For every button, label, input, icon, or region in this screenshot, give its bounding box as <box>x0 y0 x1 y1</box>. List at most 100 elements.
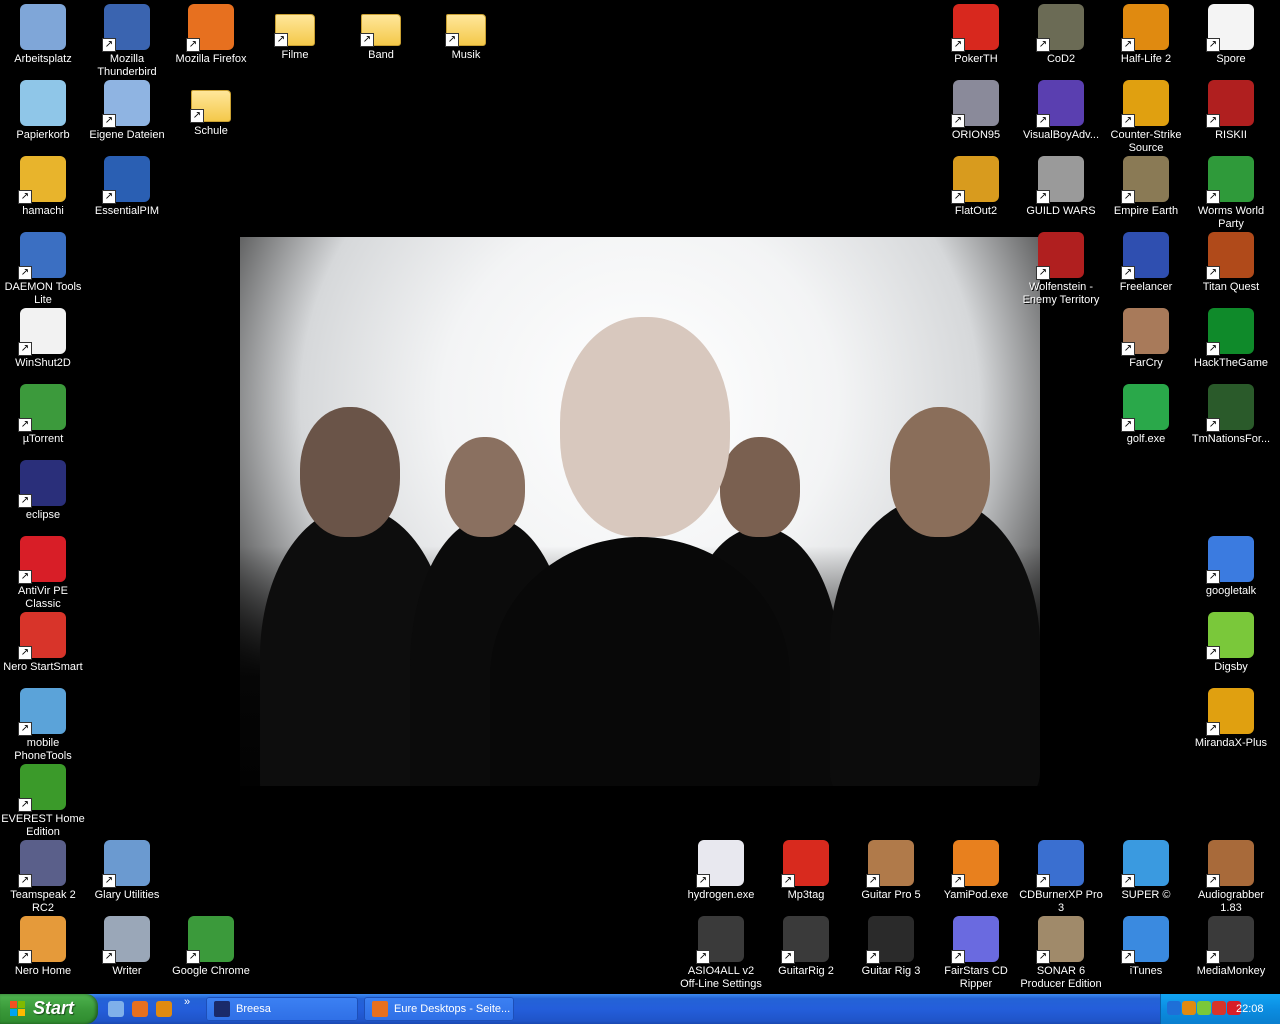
desktop-icon[interactable]: ↗ EssentialPIM <box>84 156 170 218</box>
desktop-icon[interactable]: ↗ HackTheGame <box>1188 308 1274 370</box>
desktop-icon[interactable]: ↗ ORION95 <box>933 80 1019 142</box>
desktop-icon[interactable]: ↗ GUILD WARS <box>1018 156 1104 218</box>
desktop-icon[interactable]: ↗ Guitar Pro 5 <box>848 840 934 902</box>
desktop-icon[interactable]: ↗ golf.exe <box>1103 384 1189 446</box>
clock: 22:08 <box>1236 1003 1264 1015</box>
desktop-icon[interactable]: ↗ Titan Quest <box>1188 232 1274 294</box>
tray-hl2-icon[interactable] <box>1182 1001 1196 1015</box>
desktop-icon[interactable]: Papierkorb <box>0 80 86 142</box>
taskbar-button[interactable]: Breesa <box>206 997 358 1021</box>
desktop-icon-label: hamachi <box>22 205 64 217</box>
tray-nero-icon[interactable] <box>1212 1001 1226 1015</box>
desktop-icon[interactable]: ↗ eclipse <box>0 460 86 522</box>
desktop-icon[interactable]: ↗ Mp3tag <box>763 840 849 902</box>
desktop-icon[interactable]: ↗ VisualBoyAdv... <box>1018 80 1104 142</box>
desktop-icon[interactable]: ↗ Empire Earth <box>1103 156 1189 218</box>
desktop-icon[interactable]: ↗ Eigene Dateien <box>84 80 170 142</box>
shortcut-arrow-icon: ↗ <box>102 114 116 128</box>
shortcut-arrow-icon: ↗ <box>18 418 32 432</box>
desktop-icon[interactable]: ↗ hydrogen.exe <box>678 840 764 902</box>
desktop-icon[interactable]: ↗ TmNationsFor... <box>1188 384 1274 446</box>
quick-launch-more-button[interactable]: » <box>184 996 190 1008</box>
shortcut-arrow-icon: ↗ <box>1036 38 1050 52</box>
desktop-icon[interactable]: ↗ DAEMON Tools Lite <box>0 232 86 307</box>
half-life-2-icon[interactable] <box>156 1000 172 1017</box>
desktop-icon[interactable]: ↗ Musik <box>423 4 509 62</box>
everest-icon: ↗ <box>18 764 66 812</box>
desktop-icon[interactable]: Arbeitsplatz <box>0 4 86 66</box>
desktop-icon[interactable]: ↗ Counter-Strike Source <box>1103 80 1189 155</box>
desktop-icon[interactable]: ↗ Glary Utilities <box>84 840 170 902</box>
desktop-icon[interactable]: ↗ MediaMonkey <box>1188 916 1274 978</box>
folder-icon: ↗ <box>190 90 231 123</box>
desktop-icon[interactable]: ↗ EVEREST Home Edition <box>0 764 86 839</box>
shortcut-arrow-icon: ↗ <box>18 570 32 584</box>
desktop-icon-label: Audiograbber 1.83 <box>1197 889 1265 914</box>
desktop-icon[interactable]: ↗ Wolfenstein - Enemy Territory <box>1018 232 1104 307</box>
desktop-icon[interactable]: ↗ Half-Life 2 <box>1103 4 1189 66</box>
essentialpim-icon: ↗ <box>102 156 150 204</box>
shortcut-arrow-icon: ↗ <box>18 494 32 508</box>
desktop-icon[interactable]: ↗ Guitar Rig 3 <box>848 916 934 978</box>
desktop-icon[interactable]: ↗ YamiPod.exe <box>933 840 1019 902</box>
shortcut-arrow-icon: ↗ <box>1206 646 1220 660</box>
half-life-2-icon: ↗ <box>1121 4 1169 52</box>
desktop-icon[interactable]: ↗ µTorrent <box>0 384 86 446</box>
desktop-icon-label: Nero StartSmart <box>3 661 83 673</box>
desktop-icon[interactable]: ↗ FarCry <box>1103 308 1189 370</box>
desktop-icon[interactable]: ↗ PokerTH <box>933 4 1019 66</box>
shortcut-arrow-icon: ↗ <box>1206 190 1220 204</box>
shortcut-arrow-icon: ↗ <box>360 33 374 47</box>
tray-arrow-icon[interactable] <box>1167 1001 1181 1015</box>
shortcut-arrow-icon: ↗ <box>1206 266 1220 280</box>
firefox-icon[interactable] <box>132 1000 148 1017</box>
show-desktop-icon[interactable] <box>108 1000 124 1017</box>
desktop-icon[interactable]: ↗ iTunes <box>1103 916 1189 978</box>
desktop-icon[interactable]: ↗ ASIO4ALL v2 Off-Line Settings <box>678 916 764 991</box>
tray-digsby-icon[interactable] <box>1197 1001 1211 1015</box>
shortcut-arrow-icon: ↗ <box>1206 114 1220 128</box>
desktop-icon[interactable]: ↗ AntiVir PE Classic <box>0 536 86 611</box>
desktop-icon[interactable]: ↗ GuitarRig 2 <box>763 916 849 978</box>
desktop-icon[interactable]: ↗ hamachi <box>0 156 86 218</box>
desktop-icon[interactable]: ↗ Nero Home <box>0 916 86 978</box>
desktop-icon[interactable]: ↗ RISKII <box>1188 80 1274 142</box>
desktop-icon[interactable]: ↗ Freelancer <box>1103 232 1189 294</box>
desktop-icon[interactable]: ↗ SONAR 6 Producer Edition <box>1018 916 1104 991</box>
desktop-icon[interactable]: ↗ Writer <box>84 916 170 978</box>
shortcut-arrow-icon: ↗ <box>1206 950 1220 964</box>
desktop-icon[interactable]: ↗ googletalk <box>1188 536 1274 598</box>
shortcut-arrow-icon: ↗ <box>102 38 116 52</box>
counter-strike-icon: ↗ <box>1121 80 1169 128</box>
desktop-icon[interactable]: ↗ CDBurnerXP Pro 3 <box>1018 840 1104 915</box>
desktop-icon[interactable]: ↗ Schule <box>168 80 254 138</box>
desktop-icon[interactable]: ↗ Filme <box>252 4 338 62</box>
desktop-icon[interactable]: ↗ MirandaX-Plus <box>1188 688 1274 750</box>
desktop-icon[interactable]: ↗ Audiograbber 1.83 <box>1188 840 1274 915</box>
desktop-icon[interactable]: ↗ Spore <box>1188 4 1274 66</box>
desktop-icon[interactable]: ↗ WinShut2D <box>0 308 86 370</box>
start-button[interactable]: Start <box>0 994 98 1024</box>
wallpaper-image <box>240 237 1040 786</box>
desktop-icon[interactable]: ↗ Google Chrome <box>168 916 254 978</box>
desktop-icon[interactable]: ↗ Nero StartSmart <box>0 612 86 674</box>
desktop-icon[interactable]: ↗ FairStars CD Ripper <box>933 916 1019 991</box>
desktop-icon[interactable]: ↗ Band <box>338 4 424 62</box>
desktop-icon[interactable]: ↗ FlatOut2 <box>933 156 1019 218</box>
desktop-icon[interactable]: ↗ SUPER © <box>1103 840 1189 902</box>
shortcut-arrow-icon: ↗ <box>1036 874 1050 888</box>
taskbar-button-label: Breesa <box>236 1003 271 1015</box>
desktop-icon-label: MediaMonkey <box>1196 965 1266 977</box>
teamspeak-icon: ↗ <box>18 840 66 888</box>
shortcut-arrow-icon: ↗ <box>1206 418 1220 432</box>
desktop-icon-label: ORION95 <box>951 129 1001 141</box>
desktop-icon[interactable]: ↗ Mozilla Firefox <box>168 4 254 66</box>
desktop-icon[interactable]: ↗ Digsby <box>1188 612 1274 674</box>
desktop-icon[interactable]: ↗ CoD2 <box>1018 4 1104 66</box>
nero-home-icon: ↗ <box>18 916 66 964</box>
taskbar-button[interactable]: Eure Desktops - Seite... <box>364 997 514 1021</box>
desktop-icon[interactable]: ↗ mobile PhoneTools <box>0 688 86 763</box>
desktop-icon[interactable]: ↗ Worms World Party <box>1188 156 1274 231</box>
desktop-icon[interactable]: ↗ Mozilla Thunderbird <box>84 4 170 79</box>
desktop-icon[interactable]: ↗ Teamspeak 2 RC2 <box>0 840 86 915</box>
